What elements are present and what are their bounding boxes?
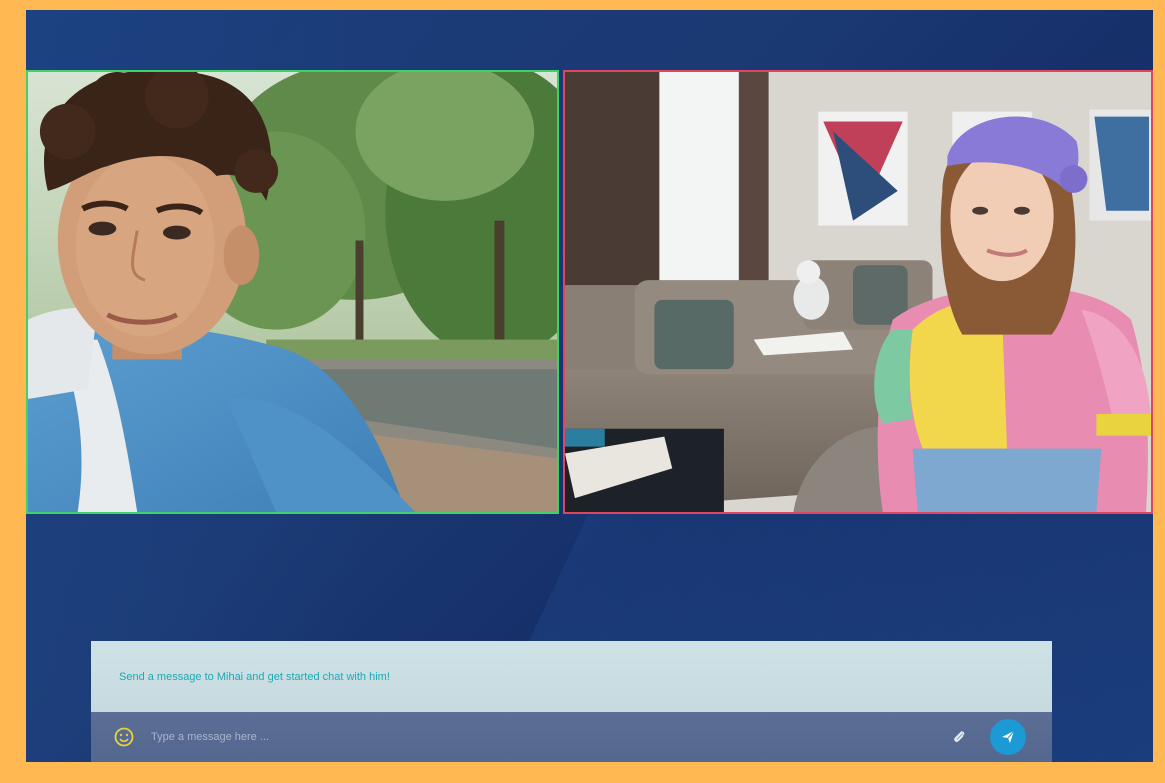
chat-empty-notice: Send a message to Mihai and get started … [91, 641, 1052, 712]
send-button[interactable] [990, 719, 1026, 755]
paperclip-icon[interactable] [948, 726, 970, 748]
chat-panel: Send a message to Mihai and get started … [91, 641, 1052, 762]
video-feed-left [28, 72, 557, 512]
smiley-icon[interactable] [113, 726, 135, 748]
send-icon [1002, 730, 1015, 743]
video-feed-right [565, 72, 1151, 512]
chat-notice-text: Send a message to Mihai and get started … [119, 670, 390, 683]
video-call-window: Send a message to Mihai and get started … [26, 10, 1153, 762]
video-tile-participant[interactable] [563, 70, 1153, 514]
video-tile-mihai[interactable] [26, 70, 559, 514]
message-composer [91, 712, 1052, 762]
message-input[interactable] [149, 730, 913, 744]
